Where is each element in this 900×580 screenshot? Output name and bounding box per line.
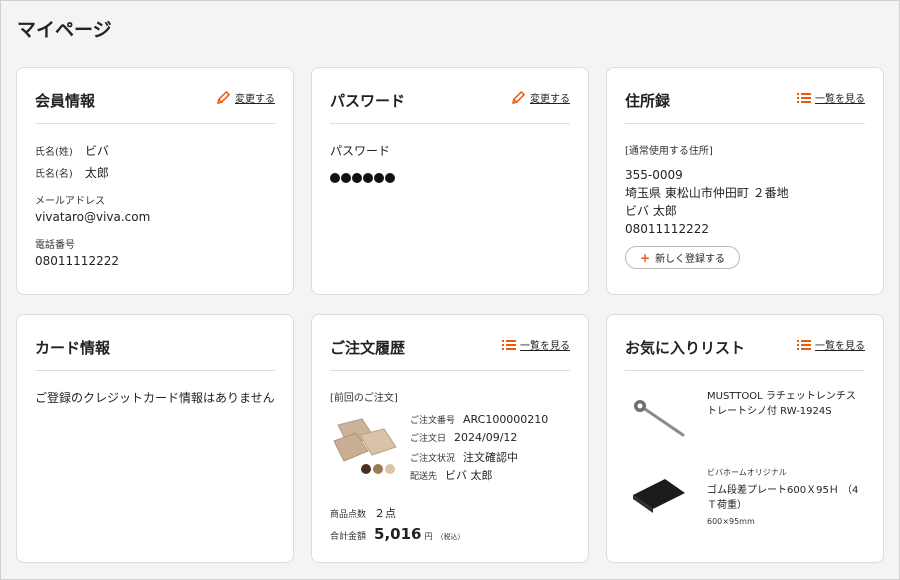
product-thumbnail[interactable] (332, 417, 400, 477)
rubber-plate-image (631, 471, 687, 517)
order-list-link[interactable]: 一覧を見る (502, 337, 570, 352)
password-header: パスワード 変更する (330, 86, 570, 124)
password-label: パスワード (330, 144, 391, 158)
first-name-value: 太郎 (84, 166, 109, 180)
favorites-card: お気に入りリスト 一覧を見る MUSTTOOL ラチェットレンチストレートシノ付… (606, 314, 884, 563)
password-card: パスワード 変更する パスワード (311, 67, 589, 295)
list-icon (797, 92, 811, 104)
item-count-label: 商品点数 (330, 510, 367, 520)
address-list-label: 一覧を見る (815, 94, 865, 105)
total-value: 5,016 (374, 525, 422, 543)
order-no-value[interactable]: ARC100000210 (463, 413, 548, 426)
favorite-item-spec: 600×95mm (707, 517, 755, 526)
order-date-label: ご注文日 (410, 434, 447, 444)
item-count-value: ２点 (374, 507, 397, 520)
order-status-value: 注文確認中 (463, 451, 519, 464)
order-status-label: ご注文状況 (410, 454, 456, 464)
list-icon (502, 339, 516, 351)
phone-label: 電話番号 (35, 240, 75, 251)
favorite-item-name: ゴム段差プレート600Ｘ95Ｈ （4Ｔ荷重） (707, 485, 859, 511)
password-dot (352, 173, 362, 183)
ship-to-value: ビバ 太郎 (445, 469, 493, 482)
order-date-value: 2024/09/12 (454, 431, 518, 444)
address-book-title: 住所録 (625, 92, 671, 110)
last-name-value: ビバ (84, 144, 109, 158)
password-mask (330, 173, 570, 183)
address-book-body: [通常使用する住所] 355-0009 埼玉県 東松山市仲田町 ２番地 ビバ 太… (625, 142, 865, 269)
password-edit-link[interactable]: 変更する (511, 90, 570, 105)
credit-card-card: カード情報 ご登録のクレジットカード情報はありません (16, 314, 294, 563)
favorites-title: お気に入りリスト (625, 339, 746, 357)
favorites-list-label: 一覧を見る (815, 341, 865, 352)
previous-order-label: [前回のご注文] (330, 393, 398, 404)
order-history-header: ご注文履歴 一覧を見る (330, 333, 570, 371)
credit-card-body: ご登録のクレジットカード情報はありません (35, 389, 275, 406)
password-dot (363, 173, 373, 183)
address-street: 埼玉県 東松山市仲田町 ２番地 (625, 186, 789, 200)
favorite-item-brand: ビバホームオリジナル (707, 468, 787, 477)
default-address: 355-0009 埼玉県 東松山市仲田町 ２番地 ビバ 太郎 080111122… (625, 166, 865, 238)
page-frame: マイページ 会員情報 変更する 氏名(姓) ビバ 氏名(名) 太郎 メールアドレ… (0, 0, 900, 580)
password-edit-label: 変更する (530, 94, 570, 105)
no-card-message: ご登録のクレジットカード情報はありません (35, 391, 275, 405)
order-history-title: ご注文履歴 (330, 339, 406, 357)
password-dot (341, 173, 351, 183)
order-list-label: 一覧を見る (520, 341, 570, 352)
password-body: パスワード (330, 142, 570, 183)
pencil-icon (216, 90, 231, 105)
address-book-header: 住所録 一覧を見る (625, 86, 865, 124)
tax-note: （税込） (436, 533, 465, 541)
credit-card-title: カード情報 (35, 339, 111, 357)
address-phone: 08011112222 (625, 222, 709, 236)
email-label: メールアドレス (35, 196, 105, 207)
favorites-list-link[interactable]: 一覧を見る (797, 337, 865, 352)
first-name-label: 氏名(名) (35, 169, 73, 180)
address-name: ビバ 太郎 (625, 204, 677, 218)
favorites-header: お気に入りリスト 一覧を見る (625, 333, 865, 371)
address-list-link[interactable]: 一覧を見る (797, 90, 865, 105)
order-no-label: ご注文番号 (410, 416, 456, 426)
pencil-icon (511, 90, 526, 105)
favorite-item-name: MUSTTOOL ラチェットレンチストレートシノ付 RW-1924S (707, 391, 856, 417)
order-history-body: [前回のご注文] ご注文番号 ARC100000210 ご注文日 2024/09… (330, 389, 570, 543)
list-icon (797, 339, 811, 351)
page-title: マイページ (17, 19, 112, 41)
order-history-card: ご注文履歴 一覧を見る [前回のご注文] ご注文番号 ARC100000210 … (311, 314, 589, 563)
ship-to-label: 配送先 (410, 472, 438, 482)
total-label: 合計金額 (330, 532, 367, 542)
phone-value: 08011112222 (35, 254, 119, 268)
email-value: vivataro@viva.com (35, 210, 151, 224)
register-address-button[interactable]: + 新しく登録する (625, 246, 741, 269)
password-dot (385, 173, 395, 183)
total-unit: 円 (424, 532, 433, 541)
address-book-card: 住所録 一覧を見る [通常使用する住所] 355-0009 埼玉県 東松山市仲田… (606, 67, 884, 295)
member-info-header: 会員情報 変更する (35, 86, 275, 124)
credit-card-header: カード情報 (35, 333, 275, 371)
default-address-label: [通常使用する住所] (625, 146, 713, 157)
address-postal: 355-0009 (625, 168, 683, 182)
plus-icon: + (640, 250, 651, 265)
member-edit-label: 変更する (235, 94, 275, 105)
member-info-card: 会員情報 変更する 氏名(姓) ビバ 氏名(名) 太郎 メールアドレス viva… (16, 67, 294, 295)
password-dot (374, 173, 384, 183)
wrench-image (629, 395, 687, 443)
register-address-label: 新しく登録する (655, 254, 726, 265)
password-dot (330, 173, 340, 183)
member-edit-link[interactable]: 変更する (216, 90, 275, 105)
password-title: パスワード (330, 92, 406, 110)
member-info-body: 氏名(姓) ビバ 氏名(名) 太郎 メールアドレス vivataro@viva.… (35, 142, 275, 268)
last-name-label: 氏名(姓) (35, 147, 73, 158)
member-info-title: 会員情報 (35, 92, 96, 110)
